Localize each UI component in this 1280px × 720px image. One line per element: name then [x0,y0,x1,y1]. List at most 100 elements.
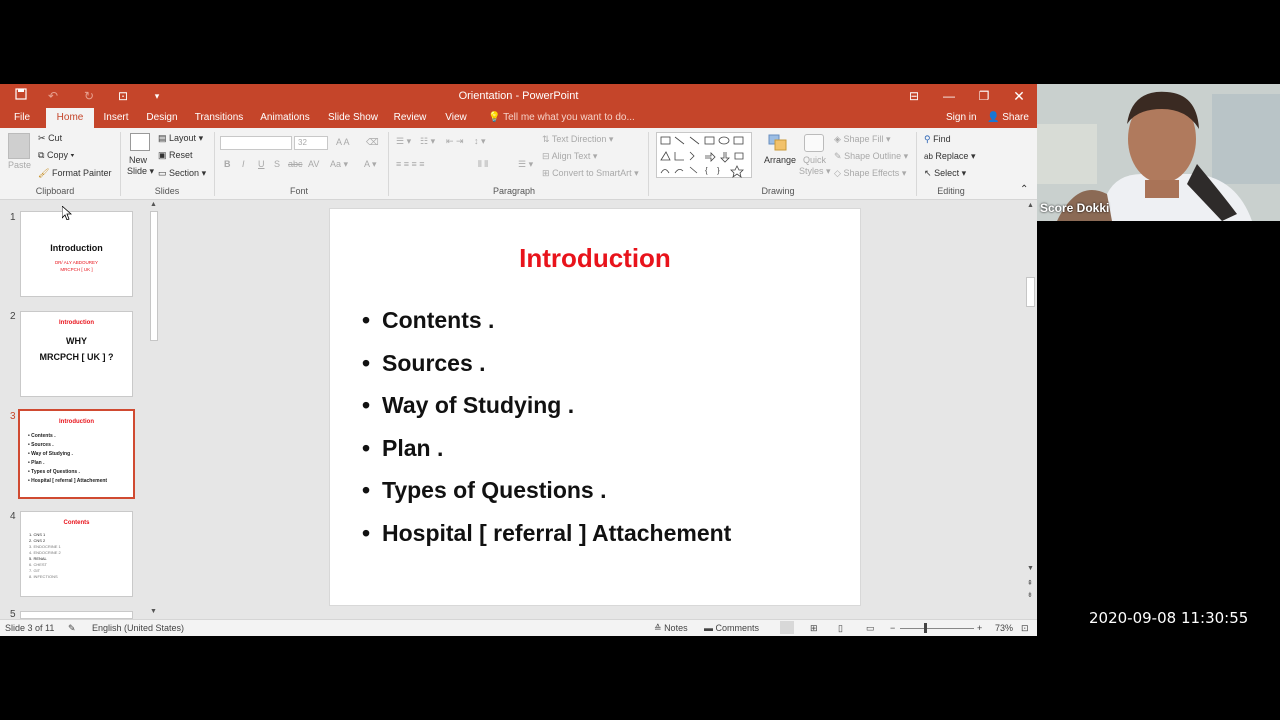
slide-bullet[interactable]: • Hospital [ referral ] Attachement [362,520,731,547]
scroll-up-icon[interactable]: ▲ [1027,202,1034,209]
indent-icons[interactable]: ⇤ ⇥ [446,136,464,147]
paste-icon[interactable] [8,133,30,159]
line-spacing-icon[interactable]: ↕ ▾ [474,136,486,147]
tab-insert[interactable]: Insert [100,108,132,128]
align-icons[interactable]: ≡ ≡ ≡ ≡ [396,159,425,169]
scroll-up-icon[interactable]: ▲ [150,201,157,208]
numbering-icon[interactable]: ☷ ▾ [420,136,435,147]
share-button[interactable]: 👤 Share [987,112,1029,123]
select-button[interactable]: ↖ Select ▾ [924,168,966,179]
fit-to-window-icon[interactable]: ⊡ [1021,623,1029,634]
shape-outline-button[interactable]: ✎ Shape Outline ▾ [834,151,908,162]
thumbnail-slide-2[interactable]: Introduction WHY MRCPCH [ UK ] ? [20,311,133,397]
align-text-button[interactable]: ⊟ Align Text ▾ [542,151,597,162]
notes-button[interactable]: ≙ Notes [654,623,688,634]
collapse-ribbon-icon[interactable]: ⌃ [1020,184,1028,195]
font-name-combo[interactable] [220,136,292,150]
shape-fill-button[interactable]: ◈ Shape Fill ▾ [834,134,891,145]
tab-view[interactable]: View [442,108,470,128]
ribbon-display-icon[interactable]: ⊟ [902,87,926,105]
replace-button[interactable]: ab Replace ▾ [924,151,975,162]
previous-slide-icon[interactable]: ⇞ [1027,579,1033,587]
zoom-out-icon[interactable]: − [890,623,895,633]
sign-in-link[interactable]: Sign in [946,112,977,123]
language-indicator[interactable]: English (United States) [92,623,184,633]
slide-bullet[interactable]: • Plan . [362,435,443,462]
tab-transitions[interactable]: Transitions [194,108,244,128]
arrange-icon[interactable] [768,134,788,152]
shapes-gallery[interactable]: {} [656,132,752,178]
slide-scrollbar[interactable]: ▲ ▼ ⇞ ⇟ [1024,201,1037,619]
next-slide-icon[interactable]: ⇟ [1027,591,1033,599]
scroll-thumb[interactable] [1026,277,1035,307]
reset-button[interactable]: ▣ Reset [158,150,193,161]
thumbnail-slide-5[interactable] [20,611,133,619]
zoom-in-icon[interactable]: + [977,623,982,633]
columns-icon[interactable]: ⫴ ⫴ [478,159,488,170]
quick-styles-button-line2[interactable]: Styles ▾ [799,166,831,177]
bold-icon[interactable]: B [224,159,231,169]
section-button[interactable]: ▭ Section ▾ [158,168,206,179]
paste-button[interactable]: Paste [8,160,31,170]
new-slide-button[interactable]: New [129,155,147,165]
zoom-slider[interactable] [900,628,974,629]
scroll-down-icon[interactable]: ▼ [1027,565,1034,572]
layout-button[interactable]: ▤ Layout ▾ [158,133,203,144]
cut-button[interactable]: ✂ Cut [38,133,62,144]
grow-shrink-font-icon[interactable]: A A [336,137,350,147]
comments-button[interactable]: ▬ Comments [704,623,759,633]
new-slide-icon[interactable] [130,133,150,151]
slide-title[interactable]: Introduction [330,243,860,274]
change-case-icon[interactable]: Aa ▾ [330,159,348,170]
normal-view-icon[interactable] [780,621,794,634]
thumbnail-slide-3[interactable]: Introduction • Contents . • Sources . • … [18,409,135,499]
tab-review[interactable]: Review [392,108,428,128]
scroll-thumb[interactable] [150,211,158,341]
minimize-button[interactable]: — [937,87,961,105]
restore-button[interactable]: ❐ [972,87,996,105]
quick-styles-icon[interactable] [804,134,824,152]
tab-file[interactable]: File [8,108,36,128]
quick-styles-button[interactable]: Quick [803,155,826,165]
tab-slide-show[interactable]: Slide Show [326,108,380,128]
shadow-icon[interactable]: S [274,159,280,169]
find-button[interactable]: ⚲ Find [924,134,951,145]
spellcheck-icon[interactable]: ✎ [68,623,76,634]
slideshow-view-icon[interactable]: ▭ [866,623,875,634]
strikethrough-icon[interactable]: abc [288,159,303,169]
format-painter-button[interactable]: 🖌 Format Painter [38,168,111,179]
thumbnail-slide-4[interactable]: Contents 1. CNS 1 2. CNS 2 3. ENDOCRINE … [20,511,133,597]
thumbnail-slide-1[interactable]: Introduction DR/ ALY ABDOUREY MRCPCH [ U… [20,211,133,297]
new-slide-button-line2[interactable]: Slide ▾ [127,166,154,177]
underline-icon[interactable]: U [258,159,265,169]
tab-home[interactable]: Home [46,108,94,128]
zoom-level[interactable]: 73% [995,623,1013,633]
slide-bullet[interactable]: • Types of Questions . [362,477,607,504]
convert-smartart-button[interactable]: ⊞ Convert to SmartArt ▾ [542,168,639,179]
char-spacing-icon[interactable]: AV [308,159,319,169]
thumbnails-scrollbar[interactable]: ▲ ▼ [149,201,159,619]
bullets-icon[interactable]: ☰ ▾ [396,136,411,147]
slide-bullet[interactable]: • Sources . [362,350,486,377]
arrange-button[interactable]: Arrange [764,155,796,165]
shape-effects-button[interactable]: ◇ Shape Effects ▾ [834,168,906,179]
slide-bullet[interactable]: • Contents . [362,307,494,334]
slide-sorter-icon[interactable]: ⊞ [810,623,818,634]
font-color-icon[interactable]: A ▾ [364,159,377,170]
zoom-slider-thumb[interactable] [924,623,927,633]
clear-formatting-icon[interactable]: ⌫ [366,137,379,148]
copy-button[interactable]: ⧉ Copy ▾ [38,150,74,161]
columns-button-icon[interactable]: ☰ ▾ [518,159,533,170]
tell-me-box[interactable]: 💡 Tell me what you want to do... [488,112,635,123]
scroll-down-icon[interactable]: ▼ [150,608,157,615]
reading-view-icon[interactable]: ▯ [838,623,843,634]
italic-icon[interactable]: I [242,159,245,169]
thumbnail-number: 2 [10,311,16,322]
tab-design[interactable]: Design [144,108,180,128]
font-size-combo[interactable]: 32 [294,136,328,150]
text-direction-button[interactable]: ⇅ Text Direction ▾ [542,134,613,145]
tab-animations[interactable]: Animations [258,108,312,128]
close-button[interactable]: ✕ [1007,87,1031,105]
slide-canvas[interactable]: Introduction • Contents . • Sources . • Way… [329,208,861,606]
slide-bullet[interactable]: • Way of Studying . [362,392,574,419]
